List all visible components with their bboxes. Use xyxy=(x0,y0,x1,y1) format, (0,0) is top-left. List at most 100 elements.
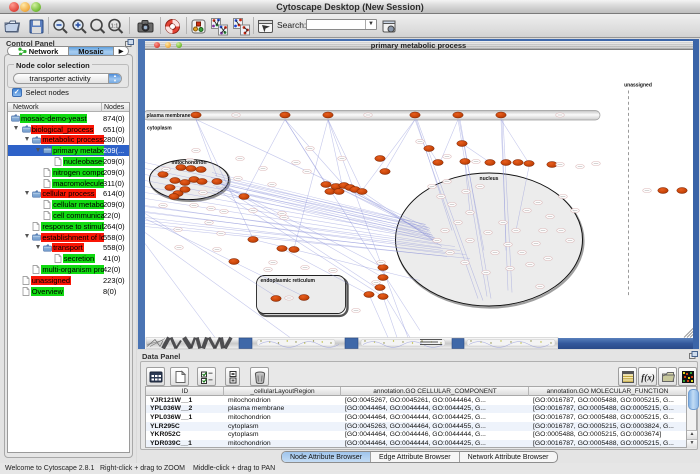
network-node[interactable] xyxy=(363,291,373,297)
tab-edge-attribute-browser[interactable]: Edge Attribute Browser xyxy=(370,452,459,462)
network-node[interactable] xyxy=(523,160,533,166)
table-row[interactable]: YDR039C__1mitochondrion[GO:0044464, GO:0… xyxy=(146,440,686,449)
table-column-header[interactable]: annotation.GO CELLULAR_COMPONENT xyxy=(341,388,529,395)
zoom-in-icon[interactable] xyxy=(70,17,89,36)
network-frame-titlebar[interactable]: primary metabolic process xyxy=(145,41,693,50)
table-row[interactable]: YLR295Ccytoplasm[GO:0045263, GO:0044464,… xyxy=(146,422,686,431)
tab-network[interactable]: Network xyxy=(8,47,68,55)
table-column-header[interactable]: _cellularLayoutRegion xyxy=(224,388,341,395)
network-node[interactable] xyxy=(279,112,289,118)
network-node[interactable] xyxy=(500,159,510,165)
tree-row[interactable]: mosaic-demo-yeast874(0) xyxy=(8,113,129,124)
network-node[interactable] xyxy=(657,187,667,193)
tree-row[interactable]: establishment of lo558(0) xyxy=(8,232,129,243)
tab-mosaic[interactable]: Mosaic xyxy=(68,47,114,55)
tree-row[interactable]: nitrogen compo209(0) xyxy=(8,167,129,178)
network-node[interactable] xyxy=(484,159,494,165)
network-node[interactable] xyxy=(512,159,522,165)
network-node[interactable] xyxy=(238,193,248,199)
tree-row[interactable]: cell communicat22(0) xyxy=(8,210,129,221)
table-column-header[interactable]: ID xyxy=(146,388,224,395)
zoom-out-icon[interactable] xyxy=(51,17,70,36)
table-row[interactable]: YJR121W__1mitochondrion[GO:0045267, GO:0… xyxy=(146,396,686,405)
network-node[interactable] xyxy=(452,112,462,118)
help-lifesaver-icon[interactable] xyxy=(163,17,182,36)
network-node[interactable] xyxy=(379,168,389,174)
search-input[interactable]: ▼ xyxy=(306,19,377,30)
tree-row[interactable]: transport558(0) xyxy=(8,243,129,254)
node-color-combobox[interactable]: transporter activity ▲▼ xyxy=(13,73,122,84)
expander-icon[interactable] xyxy=(25,234,29,238)
search-dropdown-arrow[interactable]: ▼ xyxy=(365,20,376,29)
scrollbar-thumb[interactable] xyxy=(688,389,699,410)
table-row[interactable]: YPL036W__2plasma membrane[GO:0044464, GO… xyxy=(146,405,686,414)
heatmap-icon[interactable] xyxy=(678,367,697,386)
open-file-icon[interactable] xyxy=(3,17,22,36)
tree-row[interactable]: multi-organism pro42(0) xyxy=(8,264,129,275)
annotation-tool-icon[interactable] xyxy=(256,17,275,36)
new-attribute-icon[interactable] xyxy=(170,367,189,386)
network-node[interactable] xyxy=(211,178,221,184)
network-node[interactable] xyxy=(377,264,387,270)
tree-row[interactable]: cellular process614(0) xyxy=(8,189,129,200)
import-folder-icon[interactable] xyxy=(658,367,677,386)
network-node[interactable] xyxy=(190,112,200,118)
network-node[interactable] xyxy=(169,177,179,183)
tree-row[interactable]: response to stimul264(0) xyxy=(8,221,129,232)
expander-icon[interactable] xyxy=(25,191,29,195)
network-node[interactable] xyxy=(377,293,387,299)
network-node[interactable] xyxy=(356,188,366,194)
network-node[interactable] xyxy=(276,245,286,251)
network-node[interactable] xyxy=(164,184,174,190)
expander-icon[interactable] xyxy=(25,137,29,141)
table-row[interactable]: YKR052Ccytoplasm[GO:0044464, GO:0044446,… xyxy=(146,431,686,440)
network-node[interactable] xyxy=(168,193,178,199)
network-node[interactable] xyxy=(247,236,257,242)
combobox-stepper-icon[interactable]: ▲▼ xyxy=(108,74,121,83)
network-node[interactable] xyxy=(228,258,238,264)
tree-row[interactable]: unassigned223(0) xyxy=(8,275,129,286)
tree-row[interactable]: biological_process651(0) xyxy=(8,124,129,135)
expander-icon[interactable] xyxy=(14,126,18,130)
network-node[interactable] xyxy=(374,155,384,161)
network-node[interactable] xyxy=(423,145,433,151)
scroll-down-arrow[interactable]: ▼ xyxy=(687,439,697,448)
network-node[interactable] xyxy=(676,187,686,193)
network-node[interactable] xyxy=(374,284,384,290)
expander-icon[interactable] xyxy=(36,148,40,152)
vizmapper-icon[interactable] xyxy=(189,17,208,36)
tree-row[interactable]: metabolic process280(0) xyxy=(8,135,129,146)
expander-icon[interactable] xyxy=(36,245,40,249)
network-node[interactable] xyxy=(459,158,469,164)
tree-row[interactable]: nucleobase-209(0) xyxy=(8,156,129,167)
network-merge-icon[interactable] xyxy=(210,17,229,36)
snapshot-camera-icon[interactable] xyxy=(136,17,155,36)
table-row[interactable]: YPL036W__1mitochondrion[GO:0044464, GO:0… xyxy=(146,413,686,422)
zoom-selected-icon[interactable] xyxy=(88,17,107,36)
control-panel-float-icon[interactable] xyxy=(125,39,133,46)
network-node[interactable] xyxy=(196,178,206,184)
network-node[interactable] xyxy=(495,112,505,118)
network-difference-icon[interactable] xyxy=(232,17,251,36)
table-column-header[interactable]: annotation.GO MOLECULAR_FUNCTION xyxy=(529,388,686,395)
tree-row[interactable]: secretion41(0) xyxy=(8,253,129,264)
network-node[interactable] xyxy=(320,181,330,187)
attribute-pair-icon[interactable] xyxy=(225,367,240,386)
tree-row[interactable]: cellular metabo209(0) xyxy=(8,199,129,210)
network-node[interactable] xyxy=(432,159,442,165)
network-node[interactable] xyxy=(270,295,280,301)
formula-icon[interactable]: f(x) xyxy=(638,367,657,386)
attribute-list-icon[interactable] xyxy=(618,367,637,386)
scroll-up-arrow[interactable]: ▲ xyxy=(687,430,697,439)
network-node[interactable] xyxy=(195,166,205,172)
network-node[interactable] xyxy=(288,246,298,252)
network-canvas[interactable]: plasma membranecytoplasmmitochondrionnuc… xyxy=(145,50,693,349)
save-icon[interactable] xyxy=(27,17,46,36)
network-node[interactable] xyxy=(157,171,167,177)
network-node[interactable] xyxy=(333,188,343,194)
network-node[interactable] xyxy=(298,294,308,300)
tree-row[interactable]: macromolecule311(0) xyxy=(8,178,129,189)
tree-row[interactable]: primary metabo209(... xyxy=(8,145,129,156)
select-attributes-icon[interactable] xyxy=(146,367,165,386)
data-panel-float-icon[interactable] xyxy=(689,351,698,358)
